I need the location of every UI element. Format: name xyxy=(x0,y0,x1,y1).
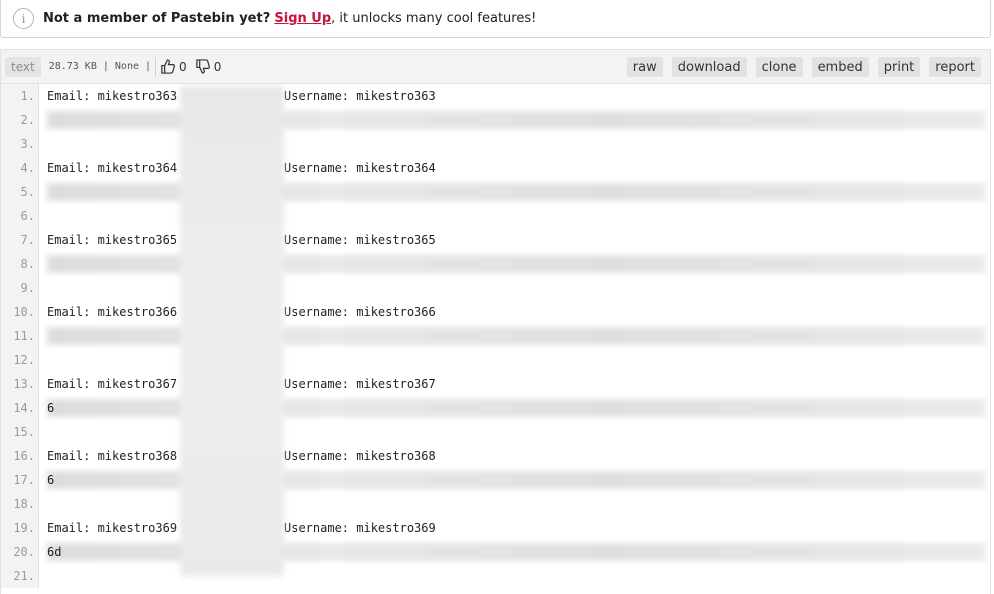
line-number: 13. xyxy=(1,372,39,396)
line-number: 20. xyxy=(1,540,39,564)
email-text: Email: mikestro364 xyxy=(47,161,178,175)
line-number: 11. xyxy=(1,324,39,348)
notice-message: Not a member of Pastebin yet? Sign Up, i… xyxy=(43,11,536,26)
email-text: 6 xyxy=(47,473,55,487)
email-text: Email: mikestro368 xyxy=(47,449,178,463)
line-number: 1. xyxy=(1,84,39,108)
clone-button[interactable]: clone xyxy=(755,57,803,77)
email-text: Email: mikestro366 xyxy=(47,305,178,319)
line-number: 15. xyxy=(1,420,39,444)
code-line: 14. 6 xyxy=(1,396,990,420)
code-line: 15. xyxy=(1,420,990,444)
thumbs-up-icon xyxy=(161,59,175,74)
code-line: 3. xyxy=(1,132,990,156)
username-text: Username: mikestro366 xyxy=(284,305,436,319)
code-line: 4. Email: mikestro364 Username: mikestro36… xyxy=(1,156,990,180)
code-line: 19. Email: mikestro369 Username: mikestro3… xyxy=(1,516,990,540)
like-button[interactable]: 0 xyxy=(155,56,191,77)
line-number: 16. xyxy=(1,444,39,468)
line-number: 10. xyxy=(1,300,39,324)
line-number: 21. xyxy=(1,564,39,588)
line-number: 6. xyxy=(1,204,39,228)
info-icon: i xyxy=(13,8,34,29)
email-text: 6 xyxy=(47,401,55,415)
username-text: Username: mikestro369 xyxy=(284,521,436,535)
username-text: Username: mikestro367 xyxy=(284,377,436,391)
notice-rest-text: , it unlocks many cool features! xyxy=(331,11,537,26)
code-line: 16. Email: mikestro368 Username: mikestro3… xyxy=(1,444,990,468)
dislike-button[interactable]: 0 xyxy=(191,57,226,77)
username-text: Username: mikestro363 xyxy=(284,89,436,103)
code-line: 2. xyxy=(1,108,990,132)
line-number: 2. xyxy=(1,108,39,132)
paste-actions: raw download clone embed print report xyxy=(626,57,981,77)
username-text: Username: mikestro368 xyxy=(284,449,436,463)
code-line: 1. Email: mikestro363 Username: mikestro36… xyxy=(1,84,990,108)
code-line: 7. Email: mikestro365 Username: mikestro36… xyxy=(1,228,990,252)
line-number: 3. xyxy=(1,132,39,156)
line-number: 19. xyxy=(1,516,39,540)
email-text: 6d xyxy=(47,545,62,559)
code-line: 12. xyxy=(1,348,990,372)
code-area[interactable]: 1. Email: mikestro363 Username: mikestro36… xyxy=(1,84,990,588)
code-line: 13. Email: mikestro367 Username: mikestro3… xyxy=(1,372,990,396)
redaction-blur xyxy=(180,86,284,576)
paste-container: text 28.73 KB | None | 0 0 raw download … xyxy=(0,49,991,594)
email-text: Email: mikestro367 xyxy=(47,377,178,391)
embed-button[interactable]: embed xyxy=(811,57,869,77)
download-button[interactable]: download xyxy=(671,57,747,77)
notice-banner: i Not a member of Pastebin yet? Sign Up,… xyxy=(0,0,991,38)
code-line: 6. xyxy=(1,204,990,228)
code-line: 5. xyxy=(1,180,990,204)
report-button[interactable]: report xyxy=(929,57,981,77)
syntax-button[interactable]: text xyxy=(5,56,41,77)
paste-toolbar: text 28.73 KB | None | 0 0 raw download … xyxy=(1,50,990,84)
code-line: 17. 6 xyxy=(1,468,990,492)
line-number: 18. xyxy=(1,492,39,516)
print-button[interactable]: print xyxy=(877,57,921,77)
paste-meta: 28.73 KB | None | xyxy=(48,61,152,72)
code-line: 11. xyxy=(1,324,990,348)
email-text: Email: mikestro365 xyxy=(47,233,178,247)
code-line: 21. xyxy=(1,564,990,588)
code-line: 9. xyxy=(1,276,990,300)
email-text: Email: mikestro363 xyxy=(47,89,178,103)
thumbs-down-icon xyxy=(195,59,210,74)
sign-up-link[interactable]: Sign Up xyxy=(274,11,331,26)
line-number: 7. xyxy=(1,228,39,252)
dislike-count: 0 xyxy=(213,59,222,74)
line-number: 17. xyxy=(1,468,39,492)
username-text: Username: mikestro364 xyxy=(284,161,436,175)
line-number: 12. xyxy=(1,348,39,372)
line-number: 9. xyxy=(1,276,39,300)
code-line: 20. 6d xyxy=(1,540,990,564)
username-text: Username: mikestro365 xyxy=(284,233,436,247)
line-number: 4. xyxy=(1,156,39,180)
line-number: 8. xyxy=(1,252,39,276)
code-line: 8. xyxy=(1,252,990,276)
like-count: 0 xyxy=(179,59,187,74)
code-line: 18. xyxy=(1,492,990,516)
raw-button[interactable]: raw xyxy=(626,57,663,77)
line-number: 14. xyxy=(1,396,39,420)
notice-bold-text: Not a member of Pastebin yet? xyxy=(43,11,271,26)
line-number: 5. xyxy=(1,180,39,204)
email-text: Email: mikestro369 xyxy=(47,521,178,535)
code-line: 10. Email: mikestro366 Username: mikestro3… xyxy=(1,300,990,324)
